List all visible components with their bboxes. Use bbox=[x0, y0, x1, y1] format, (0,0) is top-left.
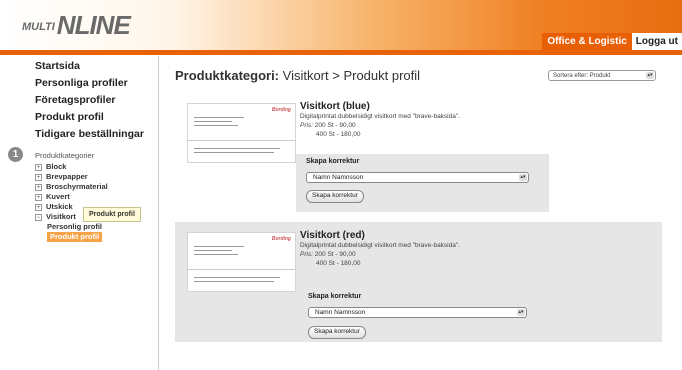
name-select-value: Namn Namnsson bbox=[315, 309, 366, 316]
price-label: Pris: bbox=[300, 251, 313, 258]
expand-icon[interactable]: + bbox=[35, 203, 42, 211]
tree-item-brevpapper[interactable]: + Brevpapper bbox=[35, 172, 108, 182]
sidebar-item-personliga-profiler[interactable]: Personliga profiler bbox=[35, 77, 144, 89]
tooltip: Produkt profil bbox=[83, 207, 141, 222]
thumbnail-line bbox=[194, 117, 244, 118]
thumbnail-brand: Bording bbox=[271, 236, 291, 242]
thumbnail-line bbox=[194, 148, 280, 149]
product-title: Visitkort (blue) bbox=[300, 101, 370, 112]
price-tier-2: 400 St - 180,00 bbox=[316, 260, 361, 267]
logo-prefix: MULTI bbox=[22, 21, 55, 34]
logo-text: NLINE bbox=[56, 10, 131, 40]
thumbnail-line bbox=[194, 250, 232, 251]
sidebar-item-startsida[interactable]: Startsida bbox=[35, 60, 144, 72]
price-label: Pris: bbox=[300, 122, 313, 129]
sidebar-item-produkt-profil[interactable]: Produkt profil bbox=[35, 111, 144, 123]
tree-item-label: Block bbox=[46, 162, 67, 171]
thumbnail-line bbox=[194, 254, 238, 255]
callout-1: 1 bbox=[8, 147, 23, 162]
name-select-value: Namn Namnsson bbox=[313, 174, 364, 181]
thumbnail-line bbox=[194, 281, 274, 282]
expand-icon[interactable]: + bbox=[35, 163, 42, 171]
thumbnail-line bbox=[194, 246, 244, 247]
name-select[interactable]: Namn Namnsson ▴▾ bbox=[306, 172, 529, 183]
tree-item-label: Brevpapper bbox=[46, 172, 88, 181]
thumbnail-line bbox=[194, 152, 274, 153]
page-title: Produktkategori: Visitkort > Produkt pro… bbox=[175, 68, 420, 83]
price-tier-1: 200 St - 90,00 bbox=[313, 251, 356, 258]
top-nav: Office & Logistic Logga ut bbox=[542, 33, 682, 50]
collapse-icon[interactable]: − bbox=[35, 213, 42, 221]
proof-label: Skapa korrektur bbox=[308, 293, 362, 300]
thumbnail-divider bbox=[188, 140, 295, 141]
nav-logout[interactable]: Logga ut bbox=[631, 33, 682, 50]
sidebar-item-foretagsprofiler[interactable]: Företagsprofiler bbox=[35, 94, 144, 106]
sort-select-value: Sortera efter: Produkt bbox=[553, 73, 611, 79]
select-arrows-icon: ▴▾ bbox=[519, 174, 527, 181]
product-description: Digitalprintat dubbelsidigt visitkort me… bbox=[300, 113, 460, 120]
thumbnail-line bbox=[194, 121, 232, 122]
tree-item-label: Utskick bbox=[46, 202, 73, 211]
tree-item-kuvert[interactable]: + Kuvert bbox=[35, 192, 108, 202]
header: MULTINLINE Office & Logistic Logga ut bbox=[0, 0, 682, 50]
proof-panel: Skapa korrektur Namn Namnsson ▴▾ Skapa ko… bbox=[296, 154, 549, 212]
expand-icon[interactable]: + bbox=[35, 193, 42, 201]
product-price: Pris: 200 St - 90,00 bbox=[300, 251, 356, 258]
product-thumbnail[interactable]: Bording bbox=[187, 103, 296, 163]
thumbnail-divider bbox=[188, 269, 295, 270]
create-proof-button[interactable]: Skapa korrektur bbox=[306, 190, 364, 203]
product-card-red: Bording Visitkort (red) Digitalprintat d… bbox=[175, 222, 662, 342]
product-price: Pris: 200 St - 90,00 bbox=[300, 122, 356, 129]
sidebar-item-tidigare-bestallningar[interactable]: Tidigare beställningar bbox=[35, 128, 144, 140]
tree-item-produkt-profil-active[interactable]: Produkt profil bbox=[47, 232, 103, 242]
category-heading: Produktkategorier bbox=[35, 151, 95, 160]
proof-label: Skapa korrektur bbox=[306, 158, 360, 165]
name-select[interactable]: Namn Namnsson ▴▾ bbox=[308, 307, 527, 318]
tree-item-label: Kuvert bbox=[46, 192, 70, 201]
product-thumbnail[interactable]: Bording bbox=[187, 232, 296, 292]
product-card-blue: Bording Visitkort (blue) Digitalprintat … bbox=[175, 93, 662, 218]
product-title: Visitkort (red) bbox=[300, 230, 365, 241]
thumbnail-line bbox=[194, 125, 238, 126]
page-title-bold: Produktkategori: bbox=[175, 68, 280, 83]
nav-office-logistic[interactable]: Office & Logistic bbox=[542, 33, 632, 50]
select-arrows-icon: ▴▾ bbox=[517, 309, 525, 316]
price-tier-1: 200 St - 90,00 bbox=[313, 122, 356, 129]
sidebar-divider bbox=[158, 56, 159, 370]
product-description: Digitalprintat dubbelsidigt visitkort me… bbox=[300, 242, 460, 249]
tree-item-label: Visitkort bbox=[46, 212, 76, 221]
sidebar-menu: Startsida Personliga profiler Företagspr… bbox=[35, 60, 144, 145]
category-tree: + Block + Brevpapper + Broschyrmaterial + Ku… bbox=[35, 162, 108, 242]
expand-icon[interactable]: + bbox=[35, 183, 42, 191]
tree-item-block[interactable]: + Block bbox=[35, 162, 108, 172]
thumbnail-brand: Bording bbox=[271, 107, 291, 113]
expand-icon[interactable]: + bbox=[35, 173, 42, 181]
sort-select[interactable]: Sortera efter: Produkt ▴▾ bbox=[548, 70, 656, 81]
create-proof-button[interactable]: Skapa korrektur bbox=[308, 326, 366, 339]
tree-item-label: Broschyrmaterial bbox=[46, 182, 108, 191]
tree-item-broschyrmaterial[interactable]: + Broschyrmaterial bbox=[35, 182, 108, 192]
tree-item-produkt-profil-row: Produkt profil bbox=[35, 232, 108, 242]
page-title-path: Visitkort > Produkt profil bbox=[279, 68, 421, 83]
logo[interactable]: MULTINLINE bbox=[22, 10, 131, 41]
price-tier-2: 400 St - 180,00 bbox=[316, 131, 361, 138]
thumbnail-line bbox=[194, 277, 280, 278]
tree-item-personlig-profil[interactable]: Personlig profil bbox=[35, 222, 108, 232]
select-arrows-icon: ▴▾ bbox=[646, 72, 654, 79]
